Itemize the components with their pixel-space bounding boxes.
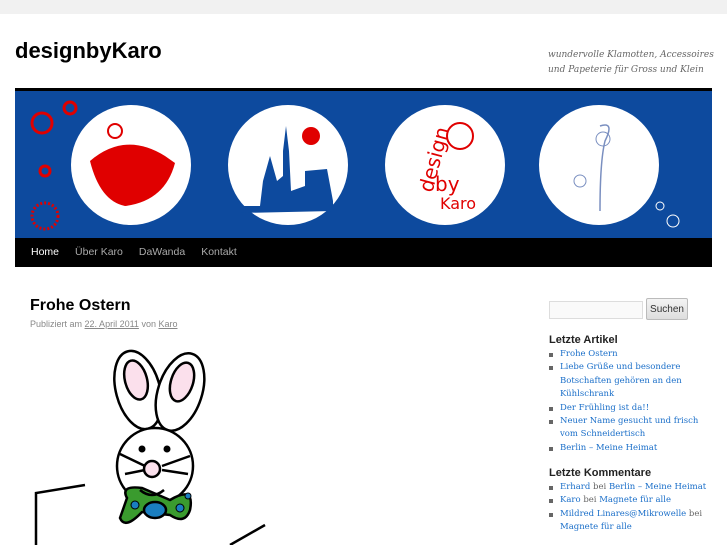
flowers-circle: [539, 105, 659, 225]
connector: bei: [583, 495, 597, 506]
header-banner: design by Karo: [15, 91, 712, 238]
site-description: wundervolle Klamotten, Accessoires und P…: [548, 50, 714, 75]
svg-text:Karo: Karo: [440, 194, 476, 213]
comment-author-link[interactable]: Mildred Linares@Mikrowelle: [560, 509, 686, 519]
post-author-link[interactable]: Karo: [158, 319, 177, 329]
search-input[interactable]: [549, 301, 643, 319]
meta-by: von: [141, 319, 156, 329]
nav-dawanda[interactable]: DaWanda: [131, 238, 193, 267]
recent-comments-list: Erhard bei Berlin – Meine Heimat Karo be…: [549, 481, 709, 535]
comment-post-link[interactable]: Berlin – Meine Heimat: [609, 482, 706, 492]
search-button[interactable]: Suchen: [646, 298, 688, 320]
list-item: Der Frühling ist da!!: [549, 402, 699, 415]
flower-icon: [30, 201, 60, 231]
list-item: Berlin – Meine Heimat: [549, 442, 699, 455]
list-item: Liebe Grüße und besondere Botschaften ge…: [549, 361, 699, 401]
post-link[interactable]: Frohe Ostern: [560, 349, 618, 359]
nav-home[interactable]: Home: [23, 238, 67, 267]
easter-bunny-image: [34, 349, 266, 545]
nav-kontakt[interactable]: Kontakt: [193, 238, 245, 267]
list-item: Mildred Linares@Mikrowelle bei Magnete f…: [549, 508, 709, 535]
connector: bei: [688, 508, 703, 519]
comment-post-link[interactable]: Magnete für alle: [560, 522, 632, 532]
banner-illustration: design by Karo: [30, 100, 680, 231]
page: designbyKaro wundervolle Klamotten, Acce…: [0, 14, 727, 545]
recent-posts-list: Frohe Ostern Liebe Grüße und besondere B…: [549, 348, 699, 455]
post-link[interactable]: Der Frühling ist da!!: [560, 403, 649, 413]
flower-icon: [62, 100, 78, 116]
main-nav: Home Über Karo DaWanda Kontakt: [15, 238, 712, 267]
list-item: Karo bei Magnete für alle: [549, 494, 709, 507]
list-item: Erhard bei Berlin – Meine Heimat: [549, 481, 709, 494]
post-title[interactable]: Frohe Ostern: [30, 297, 130, 315]
svg-text:by: by: [435, 172, 460, 196]
comment-author-link[interactable]: Erhard: [560, 482, 590, 492]
comment-author-link[interactable]: Karo: [560, 495, 581, 505]
post-date-link[interactable]: 22. April 2011: [85, 319, 139, 329]
connector: bei: [593, 482, 607, 492]
recent-posts-title: Letzte Artikel: [549, 334, 618, 346]
recent-comments-title: Letzte Kommentare: [549, 467, 652, 479]
post-link[interactable]: Neuer Name gesucht und frisch vom Schnei…: [560, 416, 698, 439]
nav-ueber-karo[interactable]: Über Karo: [67, 238, 131, 267]
post-meta: Publiziert am 22. April 2011 von Karo: [30, 319, 177, 329]
flower-icon: [38, 164, 52, 178]
meta-prefix: Publiziert am: [30, 319, 83, 329]
flower-icon: [30, 111, 54, 135]
post-link[interactable]: Liebe Grüße und besondere Botschaften ge…: [560, 362, 682, 399]
post-link[interactable]: Berlin – Meine Heimat: [560, 443, 657, 453]
site-title[interactable]: designbyKaro: [15, 38, 162, 64]
sun-icon: [302, 127, 320, 145]
list-item: Neuer Name gesucht und frisch vom Schnei…: [549, 415, 699, 442]
comment-post-link[interactable]: Magnete für alle: [599, 495, 671, 505]
list-item: Frohe Ostern: [549, 348, 699, 361]
